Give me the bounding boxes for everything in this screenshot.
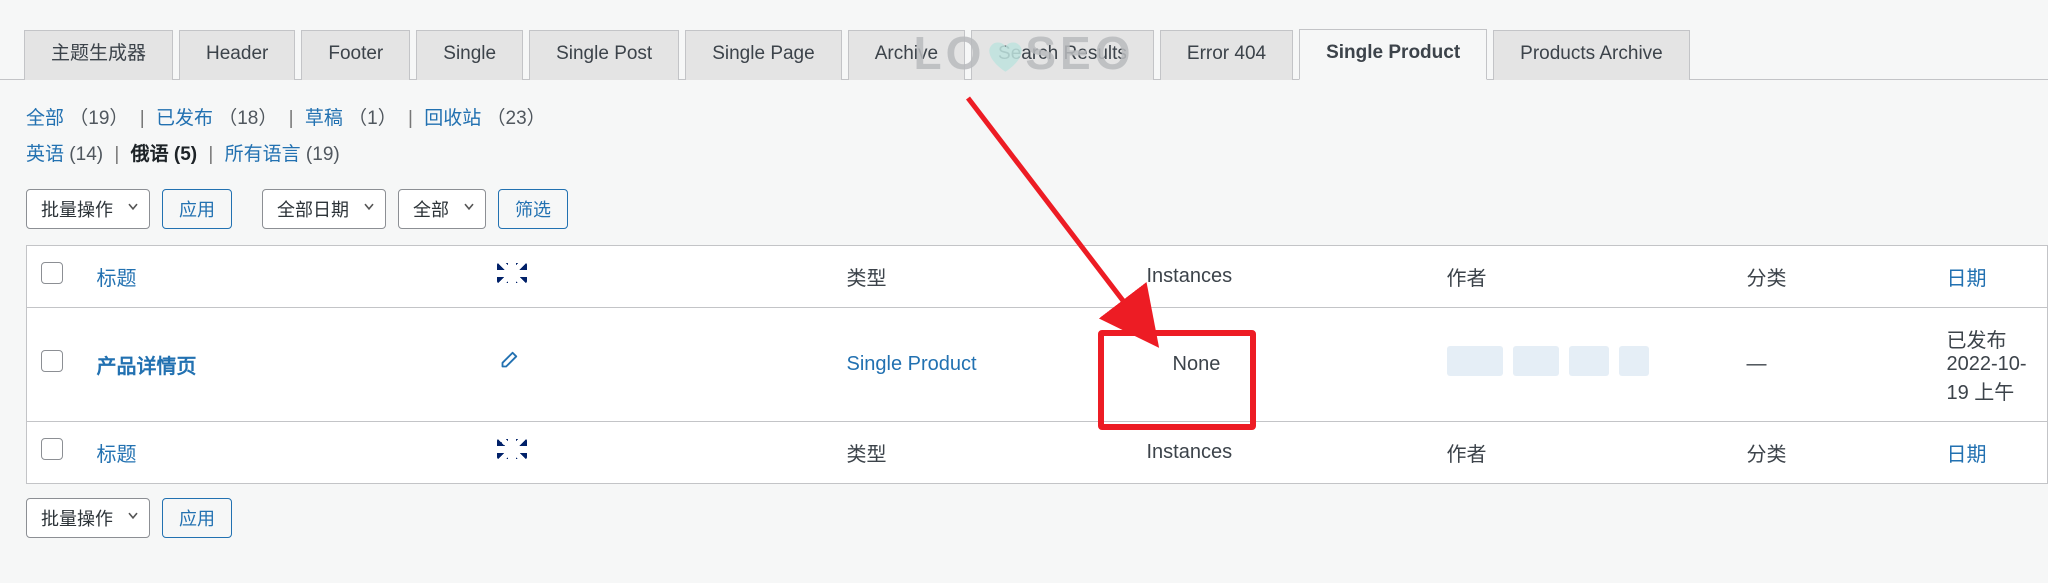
row-date-value: 2022-10-19 上午 bbox=[1947, 353, 2034, 405]
template-tabs: 主题生成器 Header Footer Single Single Post S… bbox=[0, 0, 2048, 80]
apply-bulk-button-footer[interactable]: 应用 bbox=[162, 498, 232, 538]
tab-theme-builder[interactable]: 主题生成器 bbox=[24, 30, 173, 80]
row-category: — bbox=[1733, 307, 1933, 421]
tab-label: Error 404 bbox=[1187, 43, 1266, 64]
filter-draft-count: （1） bbox=[348, 108, 397, 129]
row-date-cell: 已发布 2022-10-19 上午 bbox=[1933, 307, 2048, 421]
select-all-checkbox[interactable] bbox=[41, 262, 63, 284]
col-title[interactable]: 标题 bbox=[97, 444, 137, 466]
bulk-action-label: 批量操作 bbox=[41, 505, 113, 531]
col-date[interactable]: 日期 bbox=[1947, 444, 1987, 466]
filter-button[interactable]: 筛选 bbox=[498, 189, 568, 229]
col-category: 分类 bbox=[1733, 245, 1933, 307]
filter-trash[interactable]: 回收站 bbox=[424, 108, 481, 129]
apply-bulk-button[interactable]: 应用 bbox=[162, 189, 232, 229]
filter-published-count: （18） bbox=[218, 108, 277, 129]
footer-action-bar: 批量操作 应用 bbox=[0, 484, 2048, 538]
tab-footer[interactable]: Footer bbox=[301, 30, 410, 80]
tab-single[interactable]: Single bbox=[416, 30, 523, 80]
row-checkbox[interactable] bbox=[41, 350, 63, 372]
tab-search-results[interactable]: Search Results bbox=[971, 30, 1154, 80]
col-instances: Instances bbox=[1133, 421, 1433, 483]
table-row: 产品详情页 Single Product None — 已发布 2022-10-… bbox=[27, 307, 2048, 421]
tab-label: Search Results bbox=[998, 43, 1127, 64]
tab-single-product[interactable]: Single Product bbox=[1299, 29, 1487, 80]
tab-label: Single Post bbox=[556, 43, 652, 64]
filter-published[interactable]: 已发布 bbox=[156, 108, 213, 129]
all-select[interactable]: 全部 bbox=[398, 189, 486, 229]
tab-products-archive[interactable]: Products Archive bbox=[1493, 30, 1690, 80]
tab-header[interactable]: Header bbox=[179, 30, 295, 80]
chevron-down-icon bbox=[125, 507, 141, 528]
lang-russian[interactable]: 俄语 (5) bbox=[131, 144, 203, 165]
status-filter-row: 全部 （19） | 已发布 （18） | 草稿 （1） | 回收站 （23） bbox=[0, 80, 2048, 134]
filter-trash-count: （23） bbox=[487, 108, 546, 129]
lang-all[interactable]: 所有语言 bbox=[225, 144, 301, 165]
filter-draft[interactable]: 草稿 bbox=[305, 108, 343, 129]
uk-flag-icon bbox=[497, 439, 527, 459]
col-date[interactable]: 日期 bbox=[1947, 268, 1987, 290]
col-author: 作者 bbox=[1433, 245, 1733, 307]
col-title[interactable]: 标题 bbox=[97, 268, 137, 290]
col-author: 作者 bbox=[1433, 421, 1733, 483]
filter-all[interactable]: 全部 bbox=[26, 108, 64, 129]
tab-archive[interactable]: Archive bbox=[848, 30, 965, 80]
tab-single-page[interactable]: Single Page bbox=[685, 30, 841, 80]
date-select-label: 全部日期 bbox=[277, 196, 349, 222]
tab-error-404[interactable]: Error 404 bbox=[1160, 30, 1293, 80]
tab-label: Single bbox=[443, 43, 496, 64]
table-footer-row: 标题 类型 Instances 作者 分类 日期 bbox=[27, 421, 2048, 483]
row-instances: None bbox=[1133, 307, 1433, 421]
chevron-down-icon bbox=[361, 198, 377, 219]
date-select[interactable]: 全部日期 bbox=[262, 189, 386, 229]
action-bar: 批量操作 应用 全部日期 全部 筛选 bbox=[0, 171, 2048, 245]
row-author-redacted bbox=[1447, 346, 1649, 376]
lang-all-count: (19) bbox=[306, 144, 340, 165]
select-all-checkbox-footer[interactable] bbox=[41, 438, 63, 460]
col-type: 类型 bbox=[833, 245, 1133, 307]
chevron-down-icon bbox=[461, 198, 477, 219]
tab-label: Footer bbox=[328, 43, 383, 64]
col-instances: Instances bbox=[1133, 245, 1433, 307]
col-category: 分类 bbox=[1733, 421, 1933, 483]
pencil-icon[interactable] bbox=[497, 355, 519, 377]
chevron-down-icon bbox=[125, 198, 141, 219]
tab-label: Archive bbox=[875, 43, 938, 64]
templates-table: 标题 类型 Instances 作者 分类 日期 产品详情页 Single Pr… bbox=[26, 245, 2048, 484]
uk-flag-icon bbox=[497, 263, 527, 283]
bulk-action-label: 批量操作 bbox=[41, 196, 113, 222]
row-title-link[interactable]: 产品详情页 bbox=[97, 356, 197, 378]
table-header-row: 标题 类型 Instances 作者 分类 日期 bbox=[27, 245, 2048, 307]
row-date-status: 已发布 bbox=[1947, 324, 2034, 353]
tab-label: Products Archive bbox=[1520, 43, 1663, 64]
all-select-label: 全部 bbox=[413, 196, 449, 222]
lang-english[interactable]: 英语 bbox=[26, 144, 64, 165]
tab-label: Single Product bbox=[1326, 42, 1460, 63]
bulk-action-select-footer[interactable]: 批量操作 bbox=[26, 498, 150, 538]
tab-label: 主题生成器 bbox=[51, 43, 146, 64]
lang-filter-row: 英语 (14) | 俄语 (5) | 所有语言 (19) bbox=[0, 134, 2048, 170]
row-type-link[interactable]: Single Product bbox=[847, 353, 977, 375]
tab-label: Single Page bbox=[712, 43, 814, 64]
filter-all-count: （19） bbox=[69, 108, 128, 129]
lang-english-count: (14) bbox=[69, 144, 103, 165]
col-type: 类型 bbox=[833, 421, 1133, 483]
bulk-action-select[interactable]: 批量操作 bbox=[26, 189, 150, 229]
tab-label: Header bbox=[206, 43, 268, 64]
tab-single-post[interactable]: Single Post bbox=[529, 30, 679, 80]
